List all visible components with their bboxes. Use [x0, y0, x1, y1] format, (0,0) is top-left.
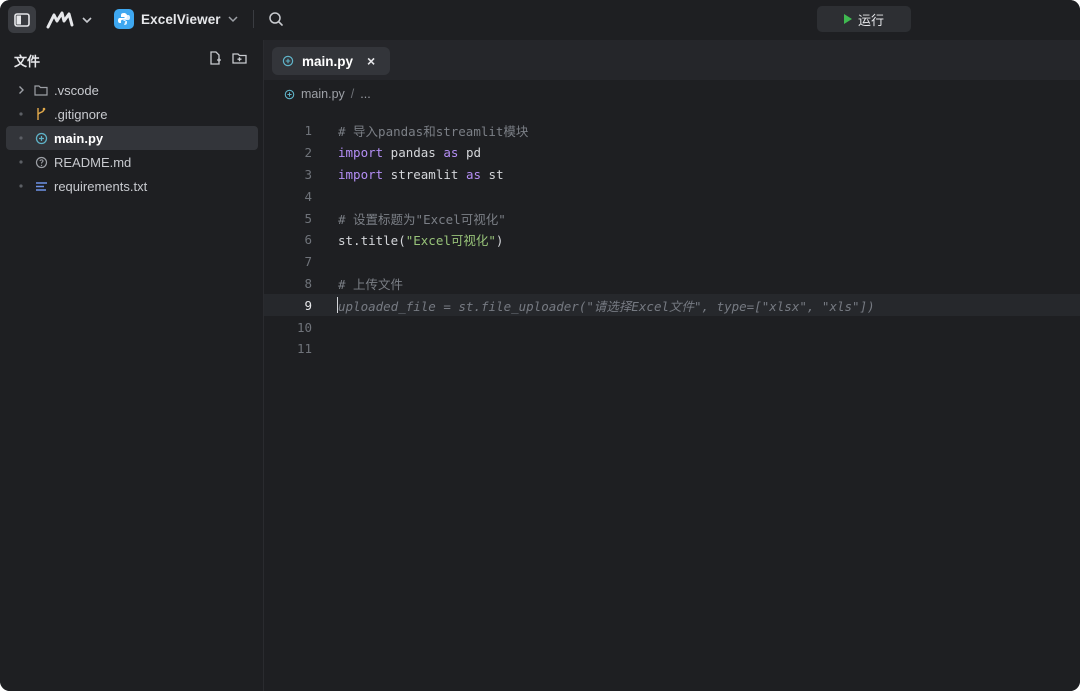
explorer-title: 文件	[14, 54, 41, 69]
search-icon	[269, 12, 283, 26]
code-line-current: 9 uploaded_file = st.file_uploader("请选择E…	[264, 294, 1080, 317]
git-branch-icon	[33, 106, 49, 122]
code-line: 8 # 上传文件	[264, 273, 1080, 295]
top-bar: ExcelViewer 运行	[0, 0, 1080, 40]
file-tree: .vscode .gitignore main.py README.md req…	[6, 78, 258, 198]
breadcrumb-file[interactable]: main.py	[301, 87, 345, 101]
sidebar-panel-icon	[14, 12, 30, 27]
project-python-icon	[114, 9, 134, 29]
tab-label: main.py	[302, 53, 354, 69]
line-number: 8	[304, 275, 312, 291]
ide-window: ExcelViewer 运行 文件 .vscode .gitignore mai…	[0, 0, 1080, 691]
code-line: 7	[264, 251, 1080, 273]
code-line: 3 import streamlit as st	[264, 164, 1080, 186]
text-lines-icon	[33, 178, 49, 194]
new-file-icon[interactable]	[208, 51, 222, 65]
file-item-vscode[interactable]: .vscode	[6, 78, 258, 102]
code-text: # 导入pandas和streamlit模块	[338, 124, 529, 140]
line-number: 1	[304, 123, 312, 139]
breadcrumb-separator: /	[350, 87, 355, 101]
app-logo-icon	[46, 11, 74, 29]
line-number: 10	[296, 319, 312, 335]
folder-icon	[33, 82, 49, 98]
run-label: 运行	[857, 12, 884, 28]
code-token: pandas	[383, 145, 444, 161]
file-name: requirements.txt	[54, 178, 148, 194]
line-number: 3	[304, 166, 312, 182]
code-line: 11	[264, 338, 1080, 360]
new-folder-icon[interactable]	[232, 51, 247, 65]
code-text: # 上传文件	[338, 276, 404, 292]
file-item-requirements[interactable]: requirements.txt	[6, 174, 258, 198]
search-button[interactable]	[266, 9, 286, 29]
code-line: 4	[264, 185, 1080, 207]
line-number: 11	[296, 341, 312, 357]
code-line: 1 # 导入pandas和streamlit模块	[264, 120, 1080, 142]
file-item-gitignore[interactable]: .gitignore	[6, 102, 258, 126]
code-line: 10	[264, 316, 1080, 338]
code-line: 6 st.title("Excel可视化")	[264, 229, 1080, 251]
explorer-actions	[208, 51, 247, 65]
code-text: import pandas as pd	[338, 145, 481, 160]
string-token: "Excel可视化"	[405, 233, 496, 249]
line-number: 7	[304, 254, 312, 270]
tab-bar: main.py ×	[264, 40, 1080, 80]
chevron-down-icon	[82, 17, 92, 24]
inline-suggestion[interactable]: uploaded_file = st.file_uploader("请选择Exc…	[338, 296, 875, 315]
file-name: .gitignore	[54, 106, 108, 122]
file-name: main.py	[54, 130, 104, 146]
keyword-token: import	[338, 166, 384, 182]
bullet-icon	[18, 135, 30, 141]
bullet-icon	[18, 159, 30, 165]
file-name: .vscode	[54, 82, 99, 98]
code-line: 5 # 设置标题为"Excel可视化"	[264, 207, 1080, 229]
line-number: 6	[304, 232, 312, 248]
code-token: )	[495, 233, 504, 249]
help-circle-icon	[33, 154, 49, 170]
code-text: # 设置标题为"Excel可视化"	[338, 211, 506, 227]
python-file-icon	[282, 55, 294, 67]
line-number: 5	[304, 210, 312, 226]
keyword-token: import	[338, 145, 384, 161]
line-number: 2	[304, 145, 312, 161]
sidebar-toggle-button[interactable]	[8, 6, 36, 33]
code-text: st.title("Excel可视化")	[338, 230, 503, 249]
line-number: 4	[304, 188, 312, 204]
breadcrumb-more[interactable]: ...	[360, 87, 370, 101]
toolbar-divider	[253, 10, 254, 28]
bullet-icon	[18, 183, 30, 189]
file-name: README.md	[54, 154, 132, 170]
chevron-right-icon	[18, 85, 30, 95]
code-token: st.title(	[338, 233, 406, 249]
breadcrumb: main.py / ...	[284, 85, 371, 103]
line-number: 9	[304, 297, 312, 313]
file-explorer: 文件 .vscode .gitignore main.py README.md …	[0, 40, 264, 691]
close-icon[interactable]: ×	[367, 53, 375, 69]
python-file-icon	[33, 130, 49, 146]
bullet-icon	[18, 111, 30, 117]
python-file-icon	[284, 89, 295, 99]
file-item-readme[interactable]: README.md	[6, 150, 258, 174]
play-icon	[843, 14, 852, 24]
file-item-main-py[interactable]: main.py	[6, 126, 258, 150]
code-token: streamlit	[383, 166, 466, 182]
tab-main-py[interactable]: main.py ×	[272, 47, 390, 75]
chevron-down-icon	[228, 16, 238, 23]
code-area[interactable]: 1 # 导入pandas和streamlit模块 2 import pandas…	[264, 120, 1080, 360]
code-token: st	[481, 166, 504, 182]
code-token: pd	[458, 145, 482, 161]
project-selector[interactable]: ExcelViewer	[114, 8, 238, 30]
editor-pane: main.py × main.py / ... 1 # 导入pandas和str…	[264, 40, 1080, 691]
code-text: import streamlit as st	[338, 167, 504, 182]
keyword-token: as	[465, 166, 482, 182]
run-button[interactable]: 运行	[817, 6, 911, 32]
app-logo-menu[interactable]	[46, 9, 92, 31]
code-line: 2 import pandas as pd	[264, 142, 1080, 164]
keyword-token: as	[443, 145, 459, 161]
project-name: ExcelViewer	[141, 11, 221, 27]
